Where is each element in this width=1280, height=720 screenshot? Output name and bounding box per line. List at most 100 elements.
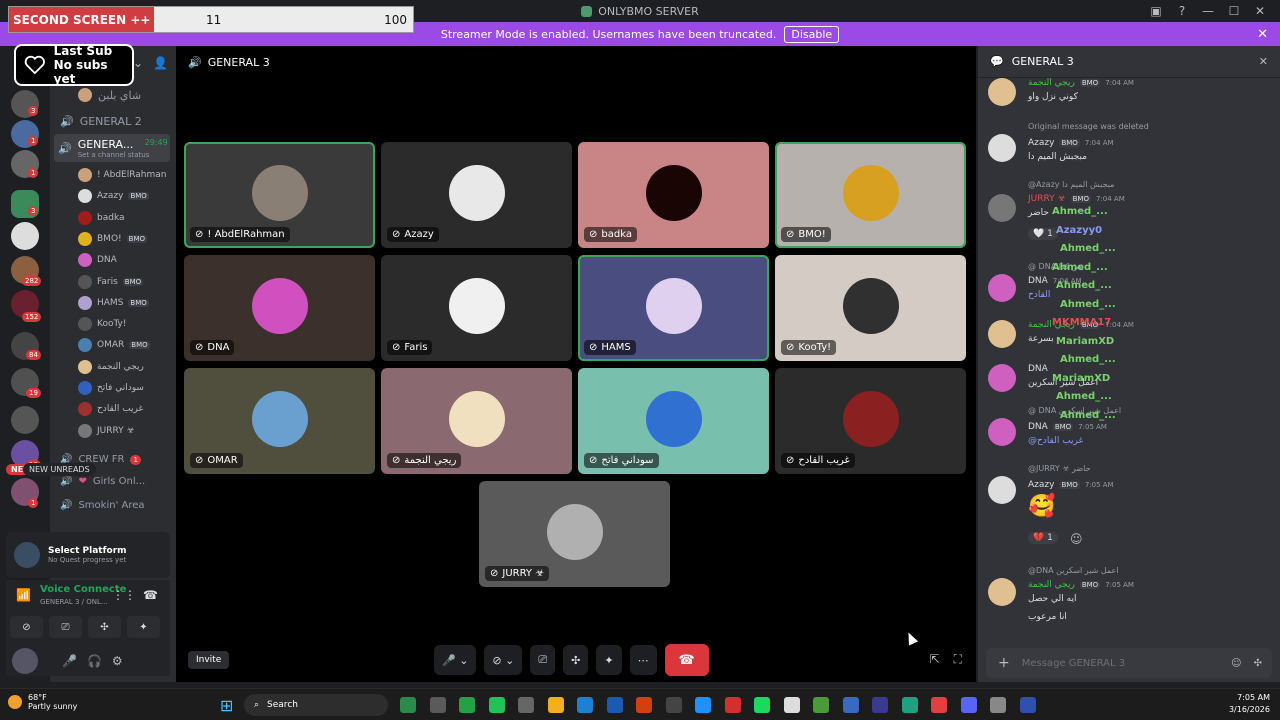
more-options-button[interactable]: ⋯ bbox=[629, 645, 657, 675]
new-unreads-pill[interactable]: NEW UNREADS bbox=[23, 463, 96, 476]
steam-icon[interactable] bbox=[842, 697, 859, 713]
message-author[interactable]: DNA bbox=[1028, 364, 1048, 374]
taskbar-search[interactable]: ⌕ Search bbox=[244, 694, 388, 716]
settings-gear-icon[interactable]: ⚙ bbox=[112, 654, 123, 668]
reply-preview[interactable]: Original message was deleted bbox=[1028, 122, 1149, 131]
screen-share-button[interactable]: ⎚ bbox=[530, 645, 556, 675]
browser-icon[interactable] bbox=[695, 697, 711, 713]
spotify-icon[interactable] bbox=[724, 697, 741, 713]
camera-off-icon[interactable]: ⊘ bbox=[10, 616, 43, 638]
channel-girls-only[interactable]: 🔊 ❤ Girls Onl... bbox=[60, 476, 145, 487]
add-attachment-icon[interactable]: + bbox=[998, 655, 1010, 671]
voice-user[interactable]: ريجي النجمة bbox=[78, 359, 170, 374]
popout-icon[interactable]: ⇱ bbox=[930, 652, 940, 667]
disconnect-call-button[interactable]: ☎ bbox=[664, 644, 709, 676]
avatar[interactable] bbox=[988, 320, 1016, 348]
channel-general-3[interactable]: 🔊 GENERA... 29:49 Set a channel status bbox=[54, 134, 170, 162]
epic-games-icon[interactable] bbox=[636, 697, 652, 713]
voice-user[interactable]: ! AbdElRahman bbox=[78, 168, 170, 182]
message-author[interactable]: Azazy bbox=[1028, 480, 1054, 490]
message-author[interactable]: Azazy bbox=[1028, 138, 1054, 148]
participant-tile[interactable]: ⊘ JURRY ☣ bbox=[479, 481, 670, 587]
file-explorer-icon[interactable] bbox=[518, 697, 534, 713]
avatar[interactable] bbox=[988, 578, 1016, 606]
mic-toggle-button[interactable]: 🎤 ⌄ bbox=[434, 645, 477, 675]
obs-icon[interactable] bbox=[872, 697, 888, 713]
voice-user[interactable]: HAMS BMO bbox=[78, 295, 170, 310]
discord-icon[interactable] bbox=[931, 697, 947, 713]
chevron-down-icon[interactable]: ⌄ bbox=[133, 56, 143, 70]
settings-icon[interactable] bbox=[960, 697, 977, 713]
fullscreen-icon[interactable]: ⛶ bbox=[954, 652, 962, 667]
participant-tile[interactable]: ⊘ غريب القادح bbox=[775, 368, 966, 474]
minimize-button[interactable]: — bbox=[1198, 4, 1218, 18]
mic-icon[interactable]: 🎤 bbox=[62, 654, 77, 668]
server-icon[interactable] bbox=[11, 406, 39, 434]
participant-tile[interactable]: ⊘ سوداني فاتح bbox=[578, 368, 769, 474]
reply-preview[interactable]: @JURRY ☣ حاضر bbox=[1028, 464, 1091, 473]
vpn-icon[interactable] bbox=[990, 697, 1006, 713]
message-author[interactable]: ريجي النجمة bbox=[1028, 78, 1075, 88]
voice-user[interactable]: شاي بلبن bbox=[78, 88, 141, 102]
reaction-chip[interactable]: 🤍 1 bbox=[1028, 228, 1058, 240]
server-icon[interactable] bbox=[11, 222, 39, 250]
avatar[interactable] bbox=[988, 274, 1016, 302]
voice-user[interactable]: badka bbox=[78, 210, 170, 225]
reply-preview[interactable]: @Azazy مبجبش الميم دا bbox=[1028, 180, 1114, 189]
invite-button[interactable]: Invite bbox=[188, 651, 230, 669]
avatar[interactable] bbox=[988, 418, 1016, 446]
message-author[interactable]: DNA bbox=[1028, 422, 1048, 432]
channel-smokin-area[interactable]: 🔊 Smokin' Area bbox=[60, 500, 145, 511]
message-author[interactable]: ريجي النجمة bbox=[1028, 580, 1075, 590]
copilot-icon[interactable] bbox=[429, 697, 446, 713]
voice-user[interactable]: OMAR BMO bbox=[78, 338, 170, 353]
screen-share-icon[interactable]: ⎚ bbox=[49, 616, 82, 638]
message-author[interactable]: DNA bbox=[1028, 276, 1048, 286]
headphones-icon[interactable]: 🎧 bbox=[87, 654, 102, 668]
add-reaction-icon[interactable]: ☺ bbox=[1070, 532, 1083, 546]
activities-icon[interactable]: ✣ bbox=[88, 616, 121, 638]
soundboard-button[interactable]: ✦ bbox=[596, 645, 622, 675]
minecraft-icon[interactable] bbox=[783, 697, 800, 713]
avatar[interactable] bbox=[988, 134, 1016, 162]
disconnect-icon[interactable]: ☎ bbox=[143, 588, 158, 602]
photoshop-icon[interactable] bbox=[577, 697, 593, 713]
quest-panel[interactable]: Select Platform No Quest progress yet bbox=[6, 532, 170, 578]
avatar[interactable] bbox=[988, 78, 1016, 106]
voice-user[interactable]: Faris BMO bbox=[78, 274, 170, 289]
voice-user[interactable]: BMO! BMO bbox=[78, 231, 170, 246]
store-icon[interactable] bbox=[813, 697, 829, 713]
message-input[interactable]: + Message GENERAL 3 ☺ ✣ bbox=[986, 648, 1272, 678]
photos-icon[interactable] bbox=[547, 697, 564, 713]
participant-tile[interactable]: ⊘! AbdElRahman bbox=[184, 142, 375, 248]
participant-tile[interactable]: ⊘ BMO! bbox=[775, 142, 966, 248]
participant-tile[interactable]: ⊘ Faris bbox=[381, 255, 572, 361]
voice-user[interactable]: KooTy! bbox=[78, 317, 170, 332]
add-friend-icon[interactable]: 👤 bbox=[153, 56, 168, 70]
files-icon[interactable] bbox=[754, 697, 770, 713]
participant-tile[interactable]: ⊘ ريجي النجمة bbox=[381, 368, 572, 474]
illustrator-icon[interactable] bbox=[606, 697, 623, 713]
system-clock[interactable]: 7:05 AM 3/16/2026 bbox=[1229, 692, 1270, 716]
participant-tile[interactable]: ⊘ badka bbox=[578, 142, 769, 248]
voice-user[interactable]: سوداني فاتح bbox=[78, 381, 170, 395]
avatar[interactable] bbox=[988, 194, 1016, 222]
emoji-icon[interactable]: ☺ bbox=[1231, 658, 1241, 669]
participant-tile[interactable]: ⊘ OMAR bbox=[184, 368, 375, 474]
help-icon[interactable]: ? bbox=[1172, 4, 1192, 18]
task-view-icon[interactable] bbox=[400, 697, 416, 713]
message-author[interactable]: JURRY ☣ bbox=[1028, 194, 1066, 204]
participant-tile[interactable]: ⊘ HAMS bbox=[578, 255, 769, 361]
channel-status[interactable]: Set a channel status bbox=[78, 151, 168, 159]
participant-tile[interactable]: ⊘ KooTy! bbox=[775, 255, 966, 361]
participant-tile[interactable]: ⊘ Azazy bbox=[381, 142, 572, 248]
activities-button[interactable]: ✣ bbox=[563, 645, 589, 675]
voice-channel[interactable]: GENERAL 3 / ONL... bbox=[40, 598, 108, 606]
app-icon[interactable] bbox=[1019, 697, 1036, 713]
avatar[interactable] bbox=[988, 476, 1016, 504]
banner-close-icon[interactable]: ✕ bbox=[1257, 27, 1268, 42]
participant-tile[interactable]: ⊘ DNA bbox=[184, 255, 375, 361]
signal-icon[interactable]: 📶 bbox=[16, 588, 31, 602]
disable-button[interactable]: Disable bbox=[784, 25, 840, 43]
apps-icon[interactable]: ✣ bbox=[1254, 658, 1272, 669]
